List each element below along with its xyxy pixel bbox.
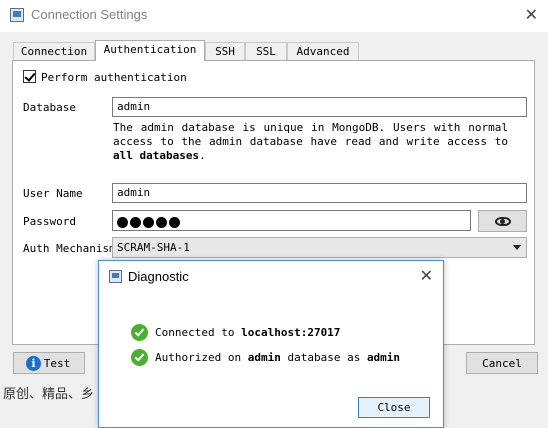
tab-connection[interactable]: Connection (13, 42, 95, 60)
auth-mechanism-select[interactable]: SCRAM-SHA-1 (112, 237, 527, 258)
database-label: Database (23, 101, 76, 114)
dialog-window-icon (109, 270, 122, 283)
perform-authentication-checkbox[interactable] (23, 70, 36, 83)
success-check-icon (131, 349, 148, 366)
password-field[interactable] (112, 210, 471, 231)
info-icon: i (26, 356, 41, 371)
tab-authentication[interactable]: Authentication (95, 40, 205, 61)
tab-ssl[interactable]: SSL (245, 42, 287, 60)
database-description: The admin database is unique in MongoDB.… (113, 121, 508, 163)
password-mask-dot (156, 217, 167, 229)
window-titlebar: Connection Settings ✕ (0, 0, 548, 32)
tab-ssh[interactable]: SSH (205, 42, 245, 60)
password-mask-dot (130, 217, 141, 229)
tab-advanced[interactable]: Advanced (287, 42, 359, 60)
connected-host: localhost:27017 (241, 326, 341, 339)
auth-mechanism-value: SCRAM-SHA-1 (117, 241, 190, 254)
cancel-button[interactable]: Cancel (466, 352, 538, 374)
database-field[interactable]: admin (112, 97, 527, 117)
background-caption: 原创、精品、乡 (3, 387, 95, 402)
password-label: Password (23, 215, 76, 228)
description-emphasis: all databases (113, 149, 200, 162)
description-end: . (199, 149, 206, 162)
connected-prefix: Connected to (155, 326, 242, 339)
close-icon[interactable]: ✕ (525, 5, 538, 25)
diagnostic-dialog: Diagnostic ✕ Connected to localhost:2701… (98, 260, 444, 428)
authorized-user: admin (366, 351, 401, 364)
authorized-db: admin (247, 351, 281, 364)
auth-mechanism-label: Auth Mechanism (23, 242, 116, 255)
close-button[interactable]: Close (358, 397, 430, 418)
chevron-down-icon (513, 245, 521, 250)
show-password-button[interactable] (478, 210, 527, 232)
test-label: Test (43, 357, 71, 370)
test-button[interactable]: i Test (13, 352, 85, 374)
perform-authentication-label: Perform authentication (41, 71, 187, 84)
authorized-prefix: Authorized on (155, 351, 248, 364)
authorized-middle: database as (280, 351, 367, 364)
dialog-title: Diagnostic (128, 269, 189, 284)
success-check-icon (131, 324, 148, 341)
app-window-icon (10, 8, 24, 22)
window-title: Connection Settings (31, 7, 148, 22)
description-text: The admin database is unique in MongoDB.… (113, 121, 508, 148)
username-label: User Name (23, 187, 83, 200)
authorized-message: Authorized on admin database as admin (155, 351, 400, 364)
password-mask-dot (169, 217, 180, 229)
username-field[interactable]: admin (112, 183, 527, 203)
eye-icon (495, 217, 511, 226)
password-mask-dot (143, 217, 154, 229)
password-mask-dot (117, 217, 128, 229)
dialog-close-icon[interactable]: ✕ (420, 266, 433, 286)
connected-message: Connected to localhost:27017 (155, 326, 340, 339)
